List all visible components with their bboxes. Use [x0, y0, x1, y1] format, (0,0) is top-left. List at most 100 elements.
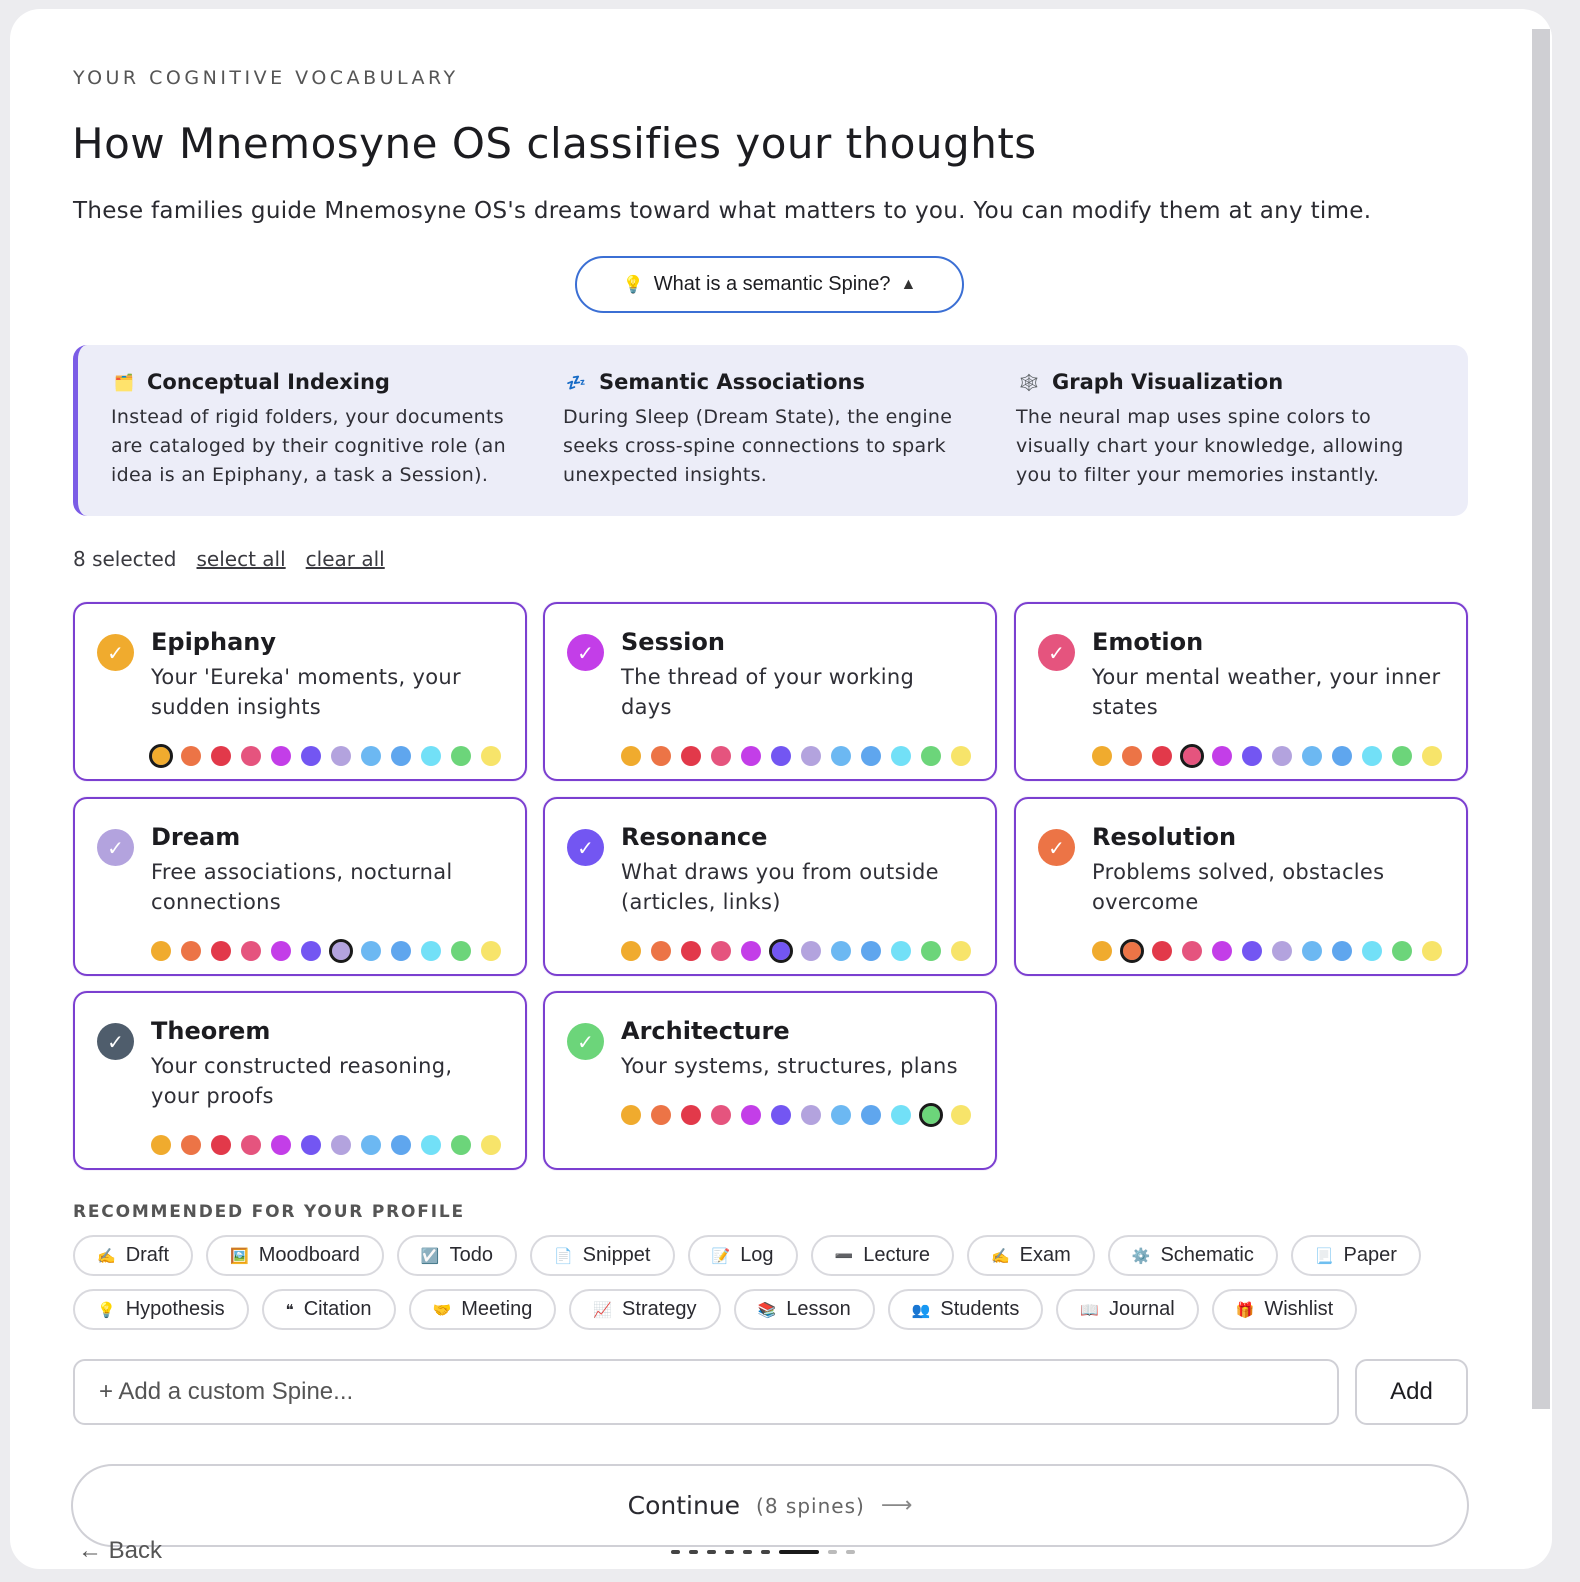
color-swatch[interactable] — [1242, 941, 1262, 961]
color-swatch[interactable] — [651, 746, 671, 766]
color-swatch[interactable] — [271, 1135, 291, 1155]
color-swatch[interactable] — [481, 941, 501, 961]
recommended-chip-moodboard[interactable]: 🖼️ Moodboard — [206, 1235, 384, 1276]
color-swatch[interactable] — [951, 941, 971, 961]
color-swatch[interactable] — [1212, 941, 1232, 961]
color-swatch[interactable] — [361, 941, 381, 961]
color-swatch[interactable] — [681, 746, 701, 766]
spine-card-resonance[interactable]: ✓ Resonance What draws you from outside (a… — [543, 797, 997, 976]
checkmark-icon[interactable]: ✓ — [567, 634, 604, 671]
recommended-chip-journal[interactable]: 📖 Journal — [1056, 1289, 1199, 1330]
color-swatch[interactable] — [1182, 941, 1202, 961]
color-swatch[interactable] — [681, 941, 701, 961]
color-swatch-selected[interactable] — [329, 939, 353, 963]
color-swatch[interactable] — [451, 1135, 471, 1155]
color-swatch[interactable] — [1422, 746, 1442, 766]
color-swatch[interactable] — [861, 1105, 881, 1125]
recommended-chip-exam[interactable]: ✍️ Exam — [966, 1235, 1095, 1276]
checkmark-icon[interactable]: ✓ — [97, 634, 134, 671]
spine-card-theorem[interactable]: ✓ Theorem Your constructed reasoning, your… — [73, 991, 527, 1170]
spine-card-session[interactable]: ✓ Session The thread of your working days — [543, 602, 997, 781]
color-swatch-selected[interactable] — [1120, 939, 1144, 963]
color-swatch[interactable] — [391, 746, 411, 766]
color-swatch[interactable] — [331, 746, 351, 766]
color-swatch[interactable] — [861, 941, 881, 961]
color-swatch[interactable] — [451, 941, 471, 961]
color-swatch[interactable] — [451, 746, 471, 766]
color-swatch[interactable] — [711, 746, 731, 766]
color-swatch[interactable] — [421, 746, 441, 766]
color-swatch[interactable] — [741, 1105, 761, 1125]
recommended-chip-todo[interactable]: ☑️ Todo — [396, 1235, 517, 1276]
color-swatch[interactable] — [1392, 746, 1412, 766]
color-swatch[interactable] — [1332, 746, 1352, 766]
color-swatch[interactable] — [1212, 746, 1232, 766]
checkmark-icon[interactable]: ✓ — [567, 829, 604, 866]
color-swatch[interactable] — [621, 1105, 641, 1125]
back-button[interactable]: ← Back — [78, 1537, 162, 1565]
spine-card-architecture[interactable]: ✓ Architecture Your systems, structures, p… — [543, 991, 997, 1170]
color-swatch[interactable] — [331, 1135, 351, 1155]
color-swatch[interactable] — [711, 1105, 731, 1125]
spine-card-resolution[interactable]: ✓ Resolution Problems solved, obstacles ov… — [1014, 797, 1468, 976]
recommended-chip-students[interactable]: 👥 Students — [887, 1289, 1044, 1330]
recommended-chip-strategy[interactable]: 📈 Strategy — [569, 1289, 721, 1330]
scrollbar-thumb[interactable] — [1532, 29, 1550, 1409]
color-swatch[interactable] — [801, 941, 821, 961]
color-swatch[interactable] — [1272, 941, 1292, 961]
color-swatch[interactable] — [151, 1135, 171, 1155]
color-swatch[interactable] — [1302, 941, 1322, 961]
color-swatch[interactable] — [1152, 941, 1172, 961]
color-swatch[interactable] — [831, 1105, 851, 1125]
color-swatch[interactable] — [361, 1135, 381, 1155]
color-swatch[interactable] — [181, 1135, 201, 1155]
color-swatch[interactable] — [1332, 941, 1352, 961]
color-swatch[interactable] — [211, 1135, 231, 1155]
semantic-spine-toggle[interactable]: 💡 What is a semantic Spine? ▲ — [575, 256, 964, 313]
color-swatch[interactable] — [921, 941, 941, 961]
checkmark-icon[interactable]: ✓ — [1038, 829, 1075, 866]
color-swatch[interactable] — [1392, 941, 1412, 961]
color-swatch[interactable] — [211, 746, 231, 766]
color-swatch-selected[interactable] — [1180, 744, 1204, 768]
spine-card-dream[interactable]: ✓ Dream Free associations, nocturnal conne… — [73, 797, 527, 976]
color-swatch[interactable] — [951, 746, 971, 766]
color-swatch[interactable] — [831, 941, 851, 961]
recommended-chip-lesson[interactable]: 📚 Lesson — [733, 1289, 875, 1330]
color-swatch[interactable] — [301, 941, 321, 961]
color-swatch[interactable] — [421, 1135, 441, 1155]
color-swatch[interactable] — [1152, 746, 1172, 766]
color-swatch[interactable] — [621, 941, 641, 961]
color-swatch[interactable] — [651, 941, 671, 961]
color-swatch[interactable] — [891, 941, 911, 961]
color-swatch[interactable] — [211, 941, 231, 961]
color-swatch[interactable] — [241, 746, 261, 766]
color-swatch[interactable] — [391, 1135, 411, 1155]
color-swatch[interactable] — [651, 1105, 671, 1125]
color-swatch[interactable] — [241, 941, 261, 961]
recommended-chip-schematic[interactable]: ⚙️ Schematic — [1107, 1235, 1278, 1276]
color-swatch[interactable] — [621, 746, 641, 766]
recommended-chip-snippet[interactable]: 📄 Snippet — [529, 1235, 675, 1276]
spine-card-emotion[interactable]: ✓ Emotion Your mental weather, your inner … — [1014, 602, 1468, 781]
color-swatch[interactable] — [1242, 746, 1262, 766]
color-swatch[interactable] — [151, 941, 171, 961]
color-swatch[interactable] — [681, 1105, 701, 1125]
color-swatch[interactable] — [481, 1135, 501, 1155]
recommended-chip-wishlist[interactable]: 🎁 Wishlist — [1211, 1289, 1358, 1330]
color-swatch[interactable] — [301, 1135, 321, 1155]
color-swatch[interactable] — [421, 941, 441, 961]
checkmark-icon[interactable]: ✓ — [567, 1023, 604, 1060]
color-swatch[interactable] — [271, 746, 291, 766]
color-swatch[interactable] — [831, 746, 851, 766]
color-swatch[interactable] — [801, 746, 821, 766]
color-swatch[interactable] — [711, 941, 731, 961]
color-swatch-selected[interactable] — [769, 939, 793, 963]
color-swatch[interactable] — [1362, 746, 1382, 766]
recommended-chip-meeting[interactable]: 🤝 Meeting — [408, 1289, 557, 1330]
color-swatch[interactable] — [1092, 746, 1112, 766]
color-swatch[interactable] — [481, 746, 501, 766]
color-swatch[interactable] — [801, 1105, 821, 1125]
color-swatch[interactable] — [951, 1105, 971, 1125]
color-swatch[interactable] — [921, 746, 941, 766]
